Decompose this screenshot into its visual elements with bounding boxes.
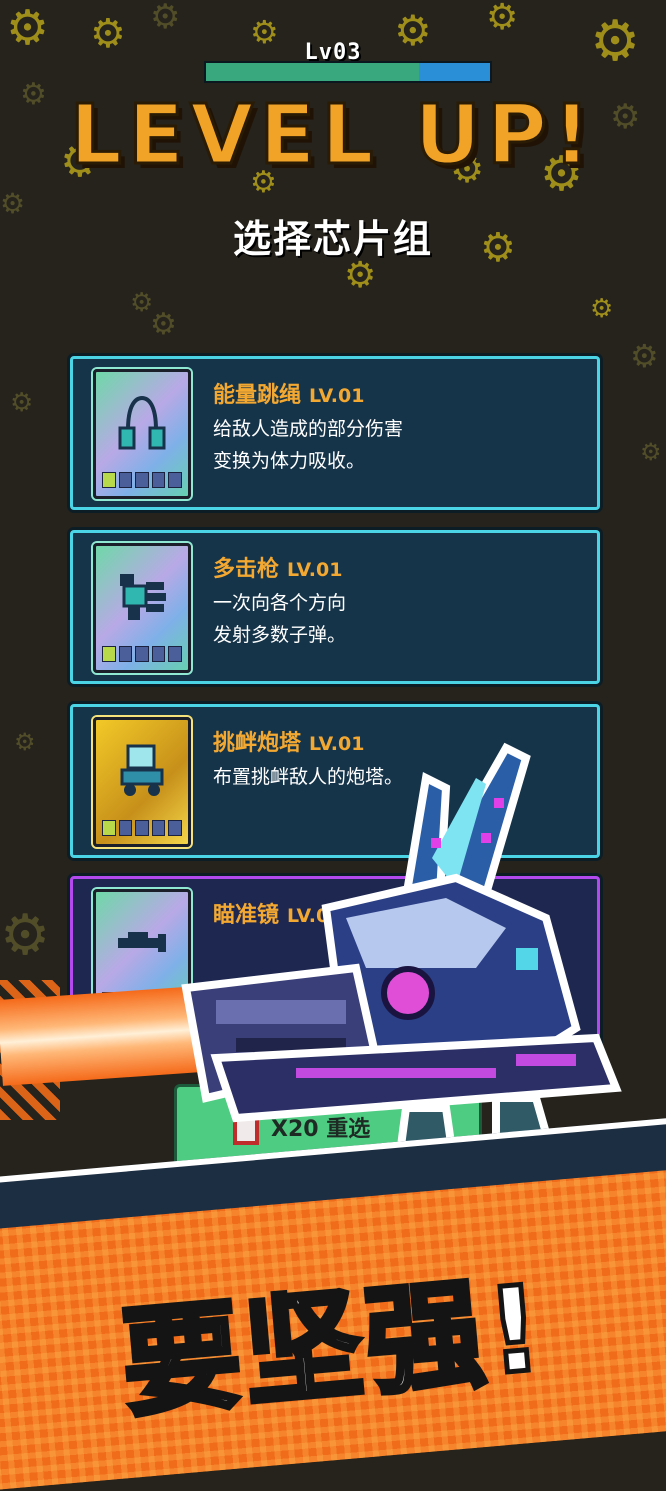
chip-level: LV.01 <box>287 559 343 581</box>
chip-title: 能量跳绳 LV.01 <box>213 377 364 409</box>
chip-level-slots <box>102 472 182 488</box>
chip-card-multi-gun[interactable]: 多击枪 LV.01 一次向各个方向 发射多数子弹。 <box>70 530 600 684</box>
chip-level: LV.01 <box>309 385 365 407</box>
chip-title: 多击枪 LV.01 <box>213 551 342 583</box>
gear-icon: ⚙ <box>150 0 181 37</box>
gear-icon: ⚙ <box>150 307 177 342</box>
gear-icon: ⚙ <box>640 438 662 466</box>
gear-icon: ⚙ <box>10 388 34 418</box>
gear-icon: ⚙ <box>630 337 659 375</box>
chip-name: 多击枪 <box>213 557 280 582</box>
chip-description-line: 一次向各个方向 <box>213 592 347 614</box>
chip-description: 给敌人造成的部分伤害 变换为体力吸收。 <box>213 413 583 477</box>
jump-rope-icon <box>118 395 166 450</box>
chip-description-line: 发射多数子弹。 <box>213 624 347 646</box>
gear-icon: ⚙ <box>590 294 614 324</box>
choose-chip-subtitle: 选择芯片组 <box>232 217 433 261</box>
gear-icon: ⚙ <box>0 903 51 968</box>
chip-description-line: 给敌人造成的部分伤害 <box>213 418 404 440</box>
scope-icon <box>118 932 166 952</box>
chip-description-line: 变换为体力吸收。 <box>213 450 366 472</box>
multi-gun-icon <box>120 574 166 620</box>
taunt-turret-icon <box>120 744 164 796</box>
gear-icon: ⚙ <box>344 255 377 296</box>
chip-description: 一次向各个方向 发射多数子弹。 <box>213 587 583 651</box>
xp-progress-bar <box>204 61 492 83</box>
chip-card-jump-rope[interactable]: 能量跳绳 LV.01 给敌人造成的部分伤害 变换为体力吸收。 <box>70 356 600 510</box>
chip-level-slots <box>102 646 182 662</box>
gear-icon: ⚙ <box>486 0 519 38</box>
xp-progress-remaining <box>419 63 490 81</box>
xp-progress-fill <box>206 63 419 81</box>
chip-image <box>93 369 191 499</box>
gear-icon: ⚙ <box>14 728 36 756</box>
level-up-title: LEVEL UP! <box>68 87 597 185</box>
chip-name: 能量跳绳 <box>213 383 302 408</box>
chip-image <box>93 543 191 673</box>
chip-level-slots <box>102 820 182 836</box>
